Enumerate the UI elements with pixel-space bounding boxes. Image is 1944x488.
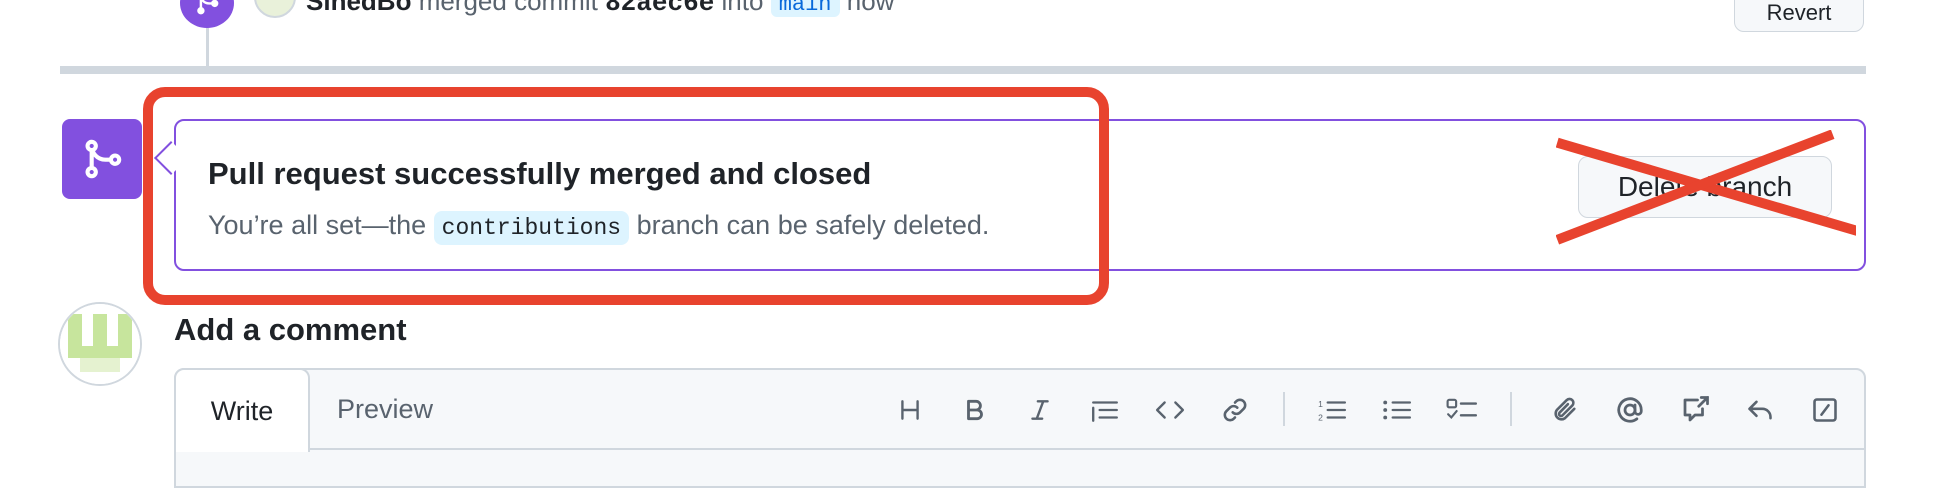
annotation-highlight-rect bbox=[143, 87, 1109, 305]
tab-preview[interactable]: Preview bbox=[310, 368, 460, 450]
slash-command-icon[interactable] bbox=[1805, 390, 1845, 430]
add-comment-heading: Add a comment bbox=[174, 312, 407, 347]
merged-event-badge bbox=[180, 0, 234, 28]
revert-button[interactable]: Revert bbox=[1734, 0, 1864, 32]
identicon bbox=[60, 304, 140, 384]
attach-icon[interactable] bbox=[1545, 390, 1585, 430]
italic-icon[interactable] bbox=[1020, 390, 1060, 430]
tab-write[interactable]: Write bbox=[174, 368, 310, 452]
merge-status-icon-box bbox=[62, 119, 142, 199]
annotation-cross-out bbox=[1556, 130, 1856, 245]
svg-text:2: 2 bbox=[1318, 413, 1323, 423]
git-merge-icon bbox=[85, 139, 122, 179]
code-icon[interactable] bbox=[1150, 390, 1190, 430]
task-list-icon[interactable] bbox=[1442, 390, 1482, 430]
event-into: into bbox=[721, 0, 764, 16]
event-action: merged commit bbox=[418, 0, 598, 16]
quote-icon[interactable] bbox=[1085, 390, 1125, 430]
unordered-list-icon[interactable] bbox=[1377, 390, 1417, 430]
toolbar-separator bbox=[1283, 392, 1285, 426]
svg-text:1: 1 bbox=[1318, 399, 1323, 409]
reply-icon[interactable] bbox=[1740, 390, 1780, 430]
event-time[interactable]: now bbox=[847, 0, 895, 16]
target-branch-chip[interactable]: main bbox=[770, 0, 840, 17]
timeline-divider bbox=[60, 66, 1866, 74]
link-icon[interactable] bbox=[1215, 390, 1255, 430]
commit-sha-link[interactable]: 82aec6e bbox=[605, 0, 714, 18]
git-merge-icon bbox=[197, 0, 219, 15]
current-user-avatar[interactable] bbox=[58, 302, 142, 386]
merge-event-text: SinedBo merged commit 82aec6e into main … bbox=[306, 0, 894, 20]
toolbar-separator bbox=[1510, 392, 1512, 426]
ordered-list-icon[interactable]: 12 bbox=[1312, 390, 1352, 430]
heading-icon[interactable] bbox=[890, 390, 930, 430]
event-username[interactable]: SinedBo bbox=[306, 0, 411, 16]
bold-icon[interactable] bbox=[955, 390, 995, 430]
cross-reference-icon[interactable] bbox=[1675, 390, 1715, 430]
mention-icon[interactable] bbox=[1610, 390, 1650, 430]
user-avatar-small[interactable] bbox=[254, 0, 296, 18]
